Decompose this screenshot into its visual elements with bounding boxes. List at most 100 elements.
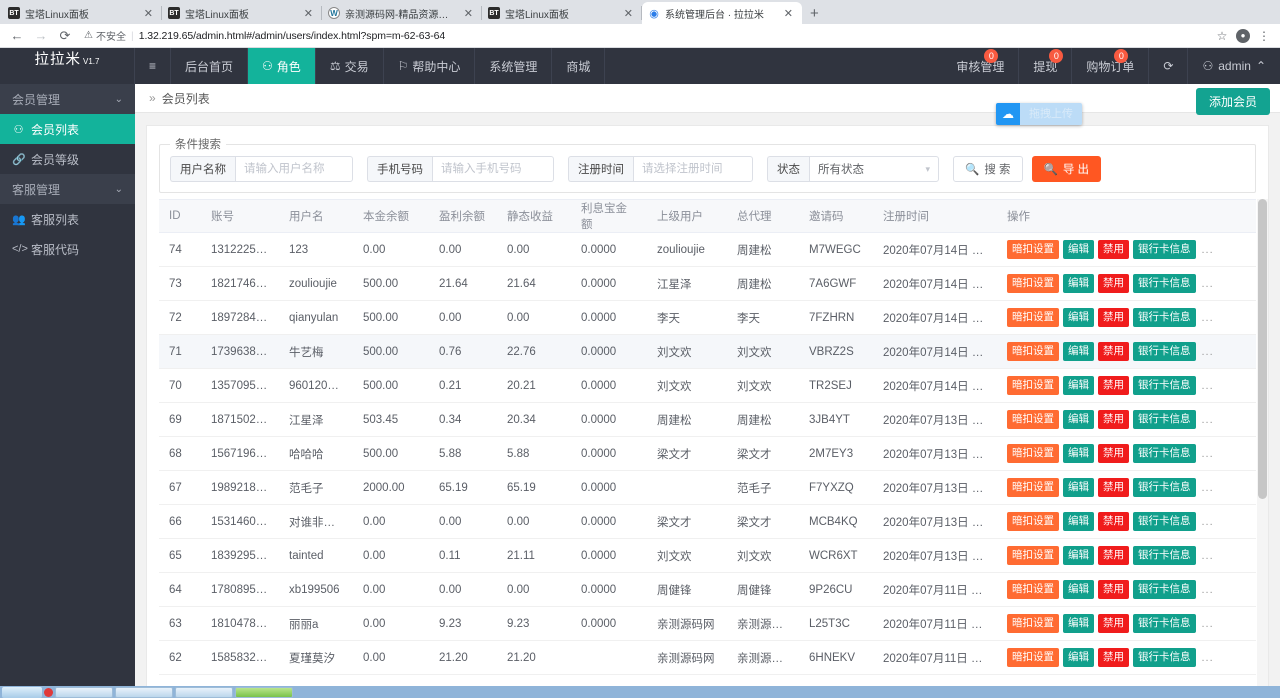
close-icon[interactable]: ✕ (461, 7, 476, 20)
username-input[interactable] (235, 156, 353, 182)
table-row[interactable]: 6417808956405xb1995060.000.000.000.0000周… (159, 573, 1256, 607)
op-button-teal[interactable]: 编辑 (1063, 342, 1094, 360)
op-button-orange[interactable]: 暗扣设置 (1007, 444, 1059, 462)
sidebar-item-support-list[interactable]: 👥 客服列表 (0, 204, 135, 234)
taskbar-item[interactable] (115, 687, 173, 698)
op-button-orange[interactable]: 暗扣设置 (1007, 512, 1059, 530)
taskbar-app-icon[interactable] (44, 688, 53, 697)
op-button-teal[interactable]: 银行卡信息 (1133, 342, 1196, 360)
op-button-orange[interactable]: 暗扣设置 (1007, 478, 1059, 496)
op-button-teal[interactable]: 银行卡信息 (1133, 410, 1196, 428)
table-row[interactable]: 7318217467904zoulioujie500.0021.6421.640… (159, 267, 1256, 301)
more-actions-icon[interactable]: ... (1200, 448, 1214, 460)
column-header-agent[interactable]: 总代理 (727, 200, 799, 233)
close-icon[interactable]: ✕ (781, 7, 796, 20)
more-actions-icon[interactable]: ... (1200, 346, 1214, 358)
more-actions-icon[interactable]: ... (1200, 278, 1214, 290)
browser-tab-active[interactable]: ◉ 系统管理后台 · 拉拉米 ✕ (642, 2, 802, 24)
op-button-red[interactable]: 禁用 (1098, 580, 1129, 598)
topnav-item-orders[interactable]: 购物订单 0 (1072, 48, 1149, 84)
column-header-operations[interactable]: 操作 (997, 200, 1256, 233)
column-header-static-income[interactable]: 静态收益 (497, 200, 571, 233)
table-row[interactable]: 6215858321467夏瑾莫汐0.0021.2021.20亲测源码网亲测源码… (159, 641, 1256, 675)
phone-input[interactable] (432, 156, 554, 182)
column-header-profit[interactable]: 盈利余额 (429, 200, 497, 233)
column-header-principal[interactable]: 本金余额 (353, 200, 429, 233)
op-button-teal[interactable]: 银行卡信息 (1133, 580, 1196, 598)
taskbar-item[interactable] (55, 687, 113, 698)
browser-tab[interactable]: BT 宝塔Linux面板 ✕ (482, 2, 642, 24)
reload-icon[interactable]: ⟳ (56, 28, 74, 44)
more-actions-icon[interactable]: ... (1200, 380, 1214, 392)
op-button-teal[interactable]: 编辑 (1063, 410, 1094, 428)
more-actions-icon[interactable]: ... (1200, 244, 1214, 256)
op-button-red[interactable]: 禁用 (1098, 342, 1129, 360)
table-row[interactable]: 70135709595579601201323500.000.2120.210.… (159, 369, 1256, 403)
op-button-orange[interactable]: 暗扣设置 (1007, 546, 1059, 564)
op-button-teal[interactable]: 银行卡信息 (1133, 546, 1196, 564)
topnav-item-dashboard[interactable]: 后台首页 (171, 48, 248, 84)
close-icon[interactable]: ✕ (141, 7, 156, 20)
table-row[interactable]: 6918715027578江星泽503.450.3420.340.0000周建松… (159, 403, 1256, 437)
topnav-item-help[interactable]: ⚐ 帮助中心 (384, 48, 476, 84)
browser-tab-strip[interactable]: BT 宝塔Linux面板 ✕ BT 宝塔Linux面板 ✕ W 亲测源码网-精品… (0, 0, 1280, 24)
op-button-red[interactable]: 禁用 (1098, 614, 1129, 632)
op-button-teal[interactable]: 编辑 (1063, 444, 1094, 462)
table-row[interactable]: 74131222566071230.000.000.000.0000zoulio… (159, 233, 1256, 267)
more-actions-icon[interactable]: ... (1200, 516, 1214, 528)
op-button-teal[interactable]: 编辑 (1063, 274, 1094, 292)
op-button-orange[interactable]: 暗扣设置 (1007, 342, 1059, 360)
topnav-item-shop[interactable]: 商城 (552, 48, 605, 84)
taskbar-item[interactable] (175, 687, 233, 698)
op-button-red[interactable]: 禁用 (1098, 240, 1129, 258)
op-button-teal[interactable]: 编辑 (1063, 580, 1094, 598)
table-row[interactable]: 6719892186739范毛子2000.0065.1965.190.0000范… (159, 471, 1256, 505)
export-button[interactable]: 🔍 导 出 (1032, 156, 1102, 182)
address-bar[interactable]: ⚠ 不安全 | 1.32.219.65/admin.html#/admin/us… (80, 27, 1208, 45)
sidebar-group-member-management[interactable]: 会员管理 ⌄ (0, 84, 135, 114)
refresh-button[interactable]: ⟳ (1149, 48, 1188, 84)
op-button-red[interactable]: 禁用 (1098, 410, 1129, 428)
bookmark-star-icon[interactable]: ☆ (1214, 29, 1230, 43)
register-time-input[interactable] (633, 156, 753, 182)
more-actions-icon[interactable]: ... (1200, 618, 1214, 630)
browser-menu-icon[interactable]: ⋮ (1256, 29, 1272, 43)
back-icon[interactable]: ← (8, 28, 26, 43)
op-button-orange[interactable]: 暗扣设置 (1007, 580, 1059, 598)
op-button-orange[interactable]: 暗扣设置 (1007, 240, 1059, 258)
op-button-orange[interactable]: 暗扣设置 (1007, 376, 1059, 394)
op-button-teal[interactable]: 编辑 (1063, 614, 1094, 632)
op-button-orange[interactable]: 暗扣设置 (1007, 648, 1059, 666)
topnav-item-system[interactable]: 系统管理 (475, 48, 552, 84)
browser-tab[interactable]: BT 宝塔Linux面板 ✕ (2, 2, 162, 24)
column-header-account[interactable]: 账号 (201, 200, 279, 233)
more-actions-icon[interactable]: ... (1200, 584, 1214, 596)
op-button-red[interactable]: 禁用 (1098, 376, 1129, 394)
forward-icon[interactable]: → (32, 28, 50, 43)
search-button[interactable]: 🔍 搜 索 (953, 156, 1023, 182)
op-button-red[interactable]: 禁用 (1098, 648, 1129, 666)
browser-tab[interactable]: W 亲测源码网-精品资源站长亲测 ✕ (322, 2, 482, 24)
sidebar-item-member-list[interactable]: ⚇ 会员列表 (0, 114, 135, 144)
taskbar-item[interactable] (235, 687, 293, 698)
table-row[interactable]: 6615314606608对谁非常难0.000.000.000.0000梁文才梁… (159, 505, 1256, 539)
table-row[interactable]: 6815671967705哈哈哈500.005.885.880.0000梁文才梁… (159, 437, 1256, 471)
op-button-red[interactable]: 禁用 (1098, 274, 1129, 292)
brand-logo[interactable]: 拉拉米 V1.7 (0, 48, 135, 84)
op-button-teal[interactable]: 银行卡信息 (1133, 648, 1196, 666)
more-actions-icon[interactable]: ... (1200, 550, 1214, 562)
op-button-teal[interactable]: 银行卡信息 (1133, 274, 1196, 292)
op-button-red[interactable]: 禁用 (1098, 512, 1129, 530)
op-button-orange[interactable]: 暗扣设置 (1007, 614, 1059, 632)
topnav-item-withdraw[interactable]: 提现 0 (1019, 48, 1072, 84)
windows-taskbar[interactable] (0, 686, 1280, 698)
op-button-teal[interactable]: 银行卡信息 (1133, 478, 1196, 496)
security-status[interactable]: ⚠ 不安全 (84, 28, 126, 43)
op-button-red[interactable]: 禁用 (1098, 308, 1129, 326)
op-button-teal[interactable]: 编辑 (1063, 648, 1094, 666)
column-header-username[interactable]: 用户名 (279, 200, 353, 233)
scrollbar-thumb[interactable] (1258, 199, 1267, 499)
topnav-item-transactions[interactable]: ⚖ 交易 (316, 48, 384, 84)
op-button-orange[interactable]: 暗扣设置 (1007, 274, 1059, 292)
sidebar-group-support-management[interactable]: 客服管理 ⌄ (0, 174, 135, 204)
